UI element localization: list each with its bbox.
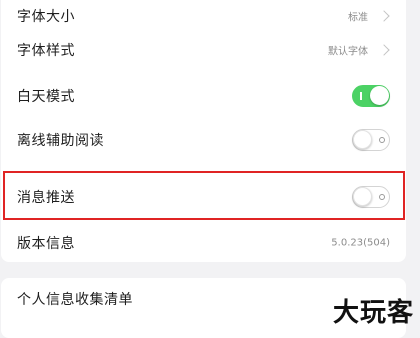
toggle-knob xyxy=(370,86,389,105)
day-mode-row: 白天模式 xyxy=(1,73,406,119)
version-label: 版本信息 xyxy=(17,236,75,252)
chevron-right-icon xyxy=(378,44,390,56)
version-row[interactable]: 版本信息 5.0.23(504) xyxy=(1,220,406,266)
personal-info-label: 个人信息收集清单 xyxy=(17,292,133,308)
font-style-row[interactable]: 字体样式 默认字体 xyxy=(1,27,406,73)
toggle-knob xyxy=(353,130,372,149)
toggle-off-mark-icon xyxy=(379,137,385,143)
font-size-label: 字体大小 xyxy=(17,9,75,25)
offline-reading-toggle[interactable] xyxy=(352,129,390,151)
version-value: 5.0.23(504) xyxy=(331,237,390,249)
offline-reading-row: 离线辅助阅读 xyxy=(1,117,406,163)
font-size-value: 标准 xyxy=(348,12,368,24)
offline-reading-label: 离线辅助阅读 xyxy=(17,133,104,149)
font-style-value: 默认字体 xyxy=(328,46,368,58)
chevron-right-icon xyxy=(378,10,390,22)
font-style-label: 字体样式 xyxy=(17,43,75,59)
toggle-on-mark-icon xyxy=(360,92,362,100)
settings-card: 字体大小 标准 字体样式 默认字体 白天模式 离线辅助阅读 消息推送 版本信息 … xyxy=(1,0,406,262)
watermark-logo: 大玩客 xyxy=(332,298,414,328)
highlight-box xyxy=(3,171,405,220)
day-mode-label: 白天模式 xyxy=(17,89,75,105)
day-mode-toggle[interactable] xyxy=(352,85,390,107)
